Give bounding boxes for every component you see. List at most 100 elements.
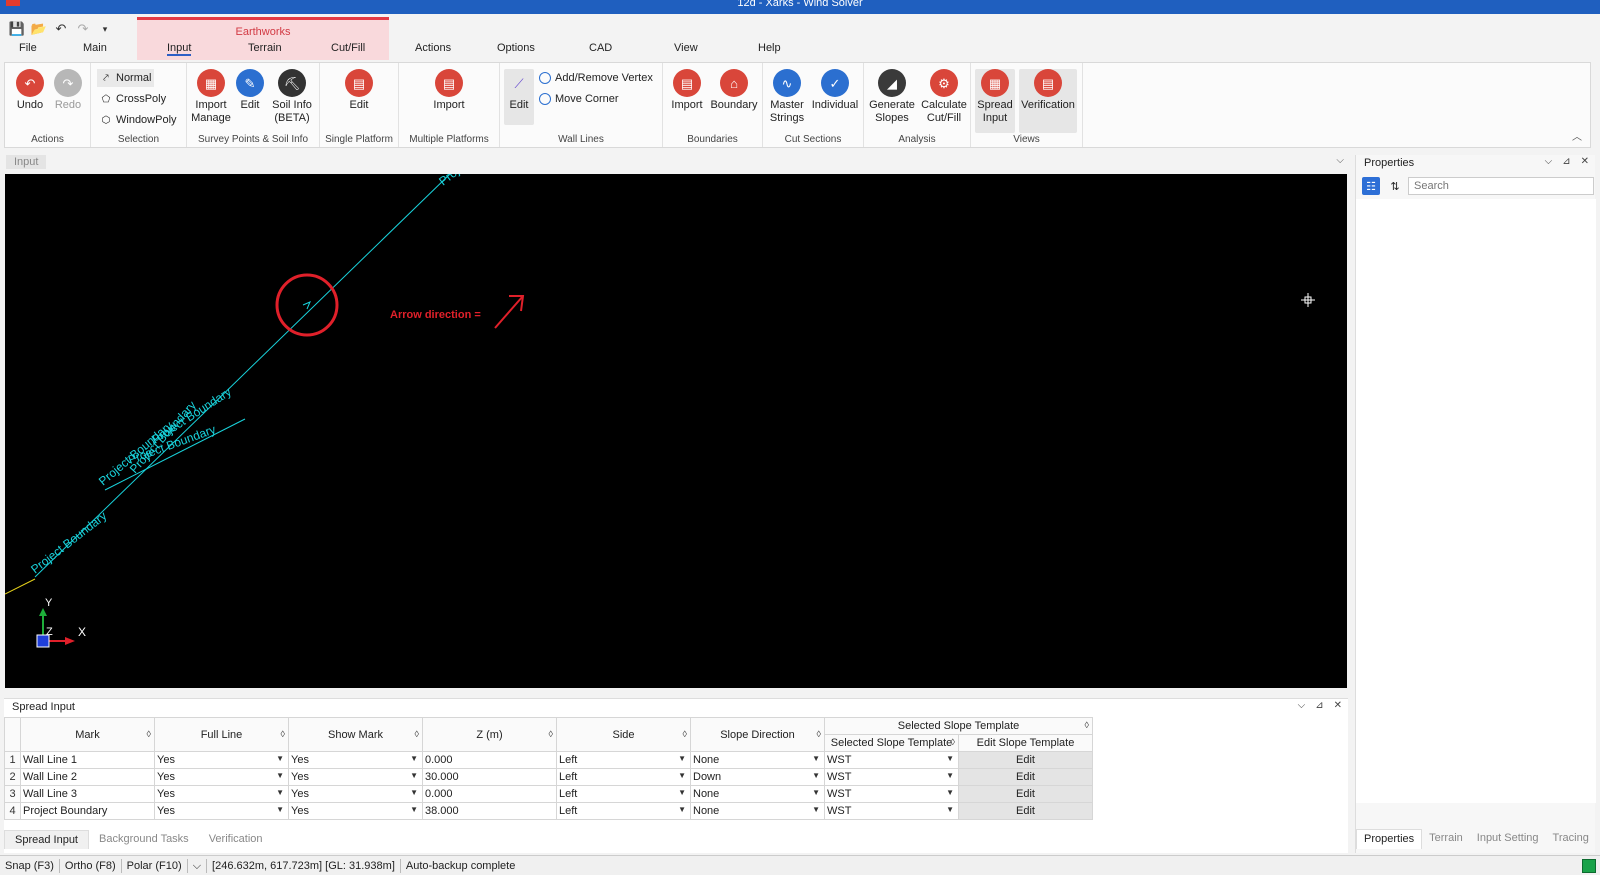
tab-properties[interactable]: Properties <box>1356 829 1423 849</box>
single-platform-edit-button[interactable]: ▤ Edit <box>344 69 374 112</box>
tab-actions[interactable]: Actions <box>415 42 451 54</box>
side-cell[interactable]: Left ▼ <box>556 802 691 820</box>
wall-edit-button[interactable]: ⟋ Edit <box>504 69 534 125</box>
template-cell[interactable]: WST ▼ <box>824 768 959 786</box>
col-side[interactable]: Side ◊ <box>556 717 691 752</box>
col-selected-template[interactable]: Selected Slope Template ◊ <box>824 734 959 752</box>
tab-spread-input[interactable]: Spread Input <box>4 830 89 849</box>
soil-info-button[interactable]: ⛏ Soil Info (BETA) <box>269 69 315 125</box>
spread-input-button[interactable]: ▦ Spread Input <box>975 69 1015 133</box>
col-slope-direction[interactable]: Slope Direction ◊ <box>690 717 825 752</box>
dropdown-icon[interactable]: ▼ <box>276 788 284 797</box>
dropdown-icon[interactable]: ▼ <box>410 805 418 814</box>
dropdown-icon[interactable]: ▼ <box>678 771 686 780</box>
tab-terrain-props[interactable]: Terrain <box>1422 829 1470 849</box>
dropdown-icon[interactable]: ▼ <box>812 788 820 797</box>
col-full-line[interactable]: Full Line ◊ <box>154 717 289 752</box>
dropdown-icon[interactable]: ▼ <box>812 805 820 814</box>
master-strings-button[interactable]: ∿ Master Strings <box>767 69 807 125</box>
ortho-toggle[interactable]: Ortho (F8) <box>60 858 122 873</box>
windowpoly-button[interactable]: ⬡ WindowPoly <box>97 111 180 129</box>
tab-input-setting[interactable]: Input Setting <box>1470 829 1546 849</box>
dropdown-icon[interactable]: ▼ <box>812 754 820 763</box>
dropdown-icon[interactable]: ▼ <box>678 754 686 763</box>
pane-menu-icon[interactable]: ⌵ <box>1336 155 1344 166</box>
cad-canvas[interactable]: Project Boundary Project Boundary Projec… <box>5 174 1347 688</box>
multiple-import-button[interactable]: ▤ Import <box>431 69 467 112</box>
edit-template-button[interactable]: Edit <box>958 751 1093 769</box>
mark-cell[interactable]: Project Boundary <box>20 802 155 820</box>
individual-button[interactable]: ✓ Individual <box>809 69 861 112</box>
z-cell[interactable]: 30.000 <box>422 768 557 786</box>
full-line-cell[interactable]: Yes ▼ <box>154 802 289 820</box>
show-mark-cell[interactable]: Yes ▼ <box>288 802 423 820</box>
panel-menu-icon[interactable]: ⌵ <box>1545 156 1553 167</box>
col-edit-template[interactable]: Edit Slope Template <box>958 734 1093 752</box>
properties-search-input[interactable]: Search <box>1408 177 1594 195</box>
slope-direction-cell[interactable]: None ▼ <box>690 785 825 803</box>
z-cell[interactable]: 0.000 <box>422 751 557 769</box>
dropdown-icon[interactable]: ▼ <box>410 754 418 763</box>
alphabetical-icon[interactable]: ⇅ <box>1386 177 1404 195</box>
verification-button[interactable]: ▤ Verification <box>1019 69 1077 133</box>
tab-input[interactable]: Input <box>167 42 192 56</box>
col-show-mark[interactable]: Show Mark ◊ <box>288 717 423 752</box>
show-mark-cell[interactable]: Yes ▼ <box>288 751 423 769</box>
survey-edit-button[interactable]: ✎ Edit <box>235 69 265 112</box>
close-icon[interactable]: ✕ <box>1581 156 1589 167</box>
dropdown-icon[interactable]: ▼ <box>678 805 686 814</box>
col-mark[interactable]: Mark ◊ <box>20 717 155 752</box>
dropdown-icon[interactable]: ▼ <box>812 771 820 780</box>
open-icon[interactable]: 📂 <box>30 20 48 38</box>
calculate-cut-fill-button[interactable]: ⚙ Calculate Cut/Fill <box>918 69 970 125</box>
move-corner-button[interactable]: Move Corner <box>536 90 622 108</box>
tab-terrain[interactable]: Terrain <box>248 42 282 54</box>
edit-template-button[interactable]: Edit <box>958 785 1093 803</box>
slope-direction-cell[interactable]: Down ▼ <box>690 768 825 786</box>
boundary-button[interactable]: ⌂ Boundary <box>709 69 759 112</box>
input-pane-tab[interactable]: Input <box>6 155 47 169</box>
tab-main[interactable]: Main <box>83 42 107 54</box>
side-cell[interactable]: Left ▼ <box>556 768 691 786</box>
snap-toggle[interactable]: Snap (F3) <box>0 858 60 873</box>
tab-verification[interactable]: Verification <box>199 830 273 849</box>
z-cell[interactable]: 0.000 <box>422 785 557 803</box>
show-mark-cell[interactable]: Yes ▼ <box>288 768 423 786</box>
customize-icon[interactable]: ▾ <box>96 20 114 38</box>
edit-template-button[interactable]: Edit <box>958 802 1093 820</box>
generate-slopes-button[interactable]: ◢ Generate Slopes <box>866 69 918 125</box>
side-cell[interactable]: Left ▼ <box>556 785 691 803</box>
template-cell[interactable]: WST ▼ <box>824 785 959 803</box>
categorized-icon[interactable]: ☷ <box>1362 177 1380 195</box>
template-cell[interactable]: WST ▼ <box>824 802 959 820</box>
boundary-import-button[interactable]: ▤ Import <box>669 69 705 112</box>
dropdown-icon[interactable]: ▼ <box>678 788 686 797</box>
save-icon[interactable]: 💾 <box>8 20 26 38</box>
full-line-cell[interactable]: Yes ▼ <box>154 785 289 803</box>
undo-button[interactable]: ↶ Undo <box>15 69 45 112</box>
undo-icon[interactable]: ↶ <box>52 20 70 38</box>
crosspoly-button[interactable]: ⬠ CrossPoly <box>97 90 169 108</box>
tab-options[interactable]: Options <box>497 42 535 54</box>
polar-toggle[interactable]: Polar (F10) <box>122 858 188 873</box>
tab-view[interactable]: View <box>674 42 698 54</box>
edit-template-button[interactable]: Edit <box>958 768 1093 786</box>
mark-cell[interactable]: Wall Line 1 <box>20 751 155 769</box>
status-dropdown-icon[interactable]: ⌵ <box>188 858 208 873</box>
slope-direction-cell[interactable]: None ▼ <box>690 751 825 769</box>
dropdown-icon[interactable]: ▼ <box>276 754 284 763</box>
spread-menu-icon[interactable]: ⌵ <box>1298 700 1306 711</box>
tab-tracing[interactable]: Tracing <box>1546 829 1596 849</box>
dropdown-icon[interactable]: ▼ <box>410 788 418 797</box>
show-mark-cell[interactable]: Yes ▼ <box>288 785 423 803</box>
redo-icon[interactable]: ↷ <box>74 20 92 38</box>
slope-direction-cell[interactable]: None ▼ <box>690 802 825 820</box>
collapse-ribbon-icon[interactable]: ︿ <box>1572 128 1582 143</box>
tab-cad[interactable]: CAD <box>589 42 612 54</box>
mark-cell[interactable]: Wall Line 3 <box>20 785 155 803</box>
add-remove-vertex-button[interactable]: Add/Remove Vertex <box>536 69 656 87</box>
spread-pin-icon[interactable]: ⊿ <box>1315 700 1323 711</box>
template-cell[interactable]: WST ▼ <box>824 751 959 769</box>
spread-close-icon[interactable]: ✕ <box>1334 700 1342 711</box>
dropdown-icon[interactable]: ▼ <box>946 788 954 797</box>
